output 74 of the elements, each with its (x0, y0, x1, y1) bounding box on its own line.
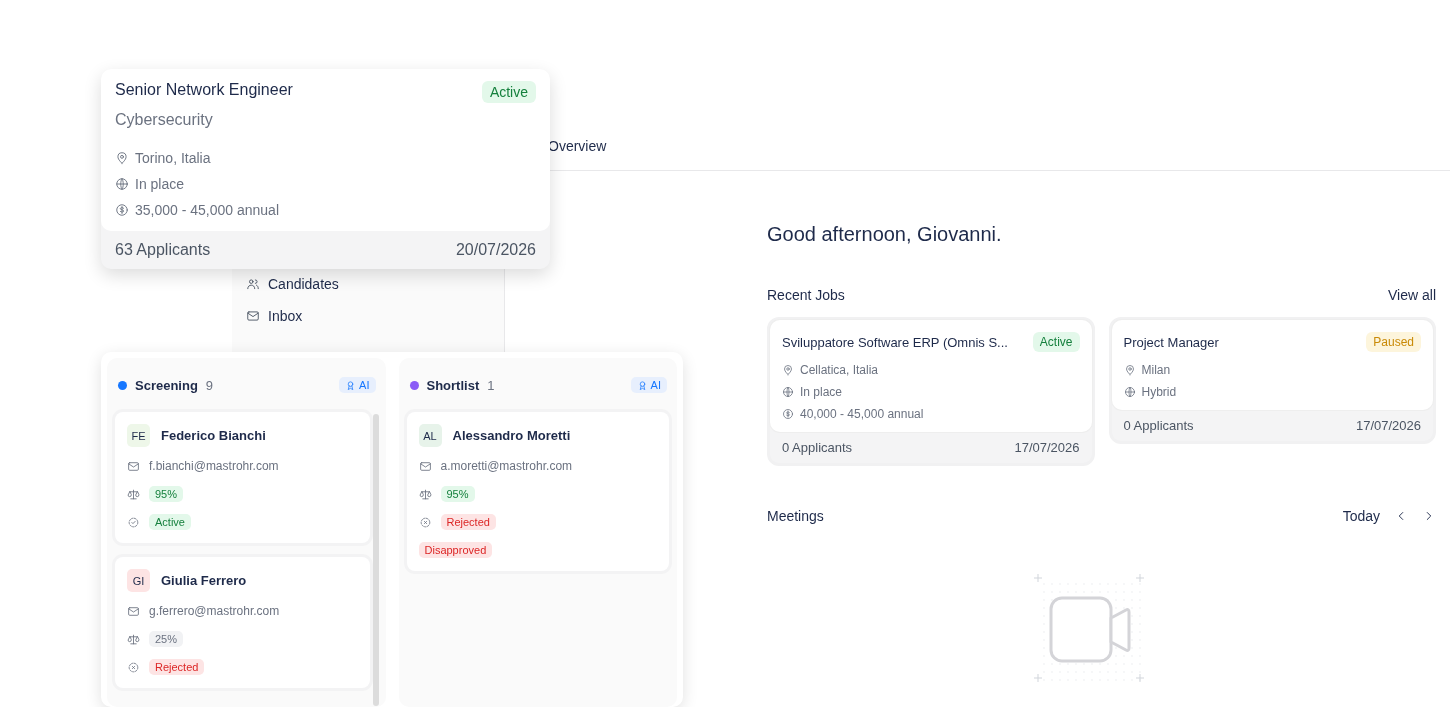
job-detail: Cellatica, Italia (800, 363, 879, 377)
status-badge: Rejected (440, 514, 496, 530)
globe-icon (115, 177, 129, 191)
sidebar-item[interactable]: Inbox (246, 306, 504, 326)
status-badge: Active (481, 81, 536, 103)
job-detail: 35,000 - 45,000 annual (135, 202, 279, 218)
candidate-email: g.ferrero@mastrohr.com (149, 604, 280, 618)
column-title: Screening (135, 377, 198, 393)
sidebar-item[interactable]: Candidates (246, 274, 504, 294)
job-detail: 40,000 - 45,000 annual (800, 407, 924, 421)
applicant-count: 0 Applicants (782, 440, 853, 455)
ai-button[interactable]: AI (630, 377, 667, 393)
candidate-name: Federico Bianchi (161, 428, 266, 443)
job-detail: Hybrid (1141, 385, 1177, 399)
candidate-card[interactable]: GI Giulia Ferrero g.ferrero@mastrohr.com 25% Rejected (115, 557, 370, 688)
view-all-link[interactable]: View all (1388, 287, 1436, 303)
job-detail: Torino, Italia (135, 150, 211, 166)
scale-icon (418, 487, 432, 501)
ai-button[interactable]: AI (339, 377, 376, 393)
people-icon (246, 277, 260, 291)
column-count: 9 (205, 377, 214, 393)
overview-tab[interactable]: Overview (548, 138, 607, 170)
dashed-cross-icon (418, 515, 432, 529)
column-count: 1 (487, 377, 495, 393)
status-badge: Active (1032, 332, 1080, 352)
score-badge: 95% (440, 486, 475, 502)
status-badge: Paused (1366, 332, 1421, 352)
job-detail: Milan (1141, 363, 1171, 377)
section-title: Meetings (767, 508, 824, 524)
mail-icon (127, 604, 140, 618)
location-pin-icon (1123, 364, 1136, 376)
job-title[interactable]: Senior Network Engineer (115, 81, 293, 99)
job-date: 20/07/2026 (455, 241, 536, 259)
globe-icon (782, 386, 794, 398)
candidate-email: a.moretti@mastrohr.com (440, 459, 573, 473)
job-date: 17/07/2026 (1355, 418, 1421, 433)
avatar-initials: FE (127, 424, 150, 447)
column-title: Shortlist (426, 377, 480, 393)
applicant-count: 63 Applicants (115, 241, 211, 259)
location-pin-icon (782, 364, 794, 376)
avatar-initials: AL (418, 424, 442, 447)
avatar-initials: GI (127, 569, 150, 592)
candidate-card[interactable]: AL Alessandro Moretti a.moretti@mastrohr.com 95% Rejected Disapproved (406, 412, 669, 571)
dashed-check-icon (127, 515, 140, 529)
dashed-cross-icon (127, 660, 140, 674)
job-date: 17/07/2026 (1014, 440, 1080, 455)
mail-icon (418, 459, 432, 473)
scrollbar[interactable] (372, 414, 379, 706)
greeting: Good afternoon, Giovanni. (767, 222, 1003, 247)
scale-icon (127, 632, 140, 646)
candidate-name: Giulia Ferrero (161, 573, 247, 588)
candidate-card[interactable]: FE Federico Bianchi f.bianchi@mastrohr.com 95% Active (115, 412, 370, 543)
scale-icon (127, 487, 140, 501)
status-badge: Disapproved (418, 542, 493, 558)
job-title[interactable]: Sviluppatore Software ERP (Omnis S... (782, 332, 1008, 350)
applicant-count: 0 Applicants (1123, 418, 1194, 433)
status-badge: Active (149, 514, 191, 530)
score-badge: 25% (149, 631, 184, 647)
location-pin-icon (115, 151, 129, 165)
job-department: Cybersecurity (115, 111, 214, 129)
status-badge: Rejected (149, 659, 205, 675)
dollar-icon (115, 203, 129, 217)
today-button[interactable]: Today (1342, 508, 1380, 524)
job-title[interactable]: Project Manager (1123, 332, 1219, 350)
job-detail: In place (800, 385, 843, 399)
candidate-name: Alessandro Moretti (452, 428, 571, 443)
job-detail: In place (135, 176, 185, 192)
mail-icon (246, 309, 260, 323)
globe-icon (1123, 386, 1136, 398)
mail-icon (127, 459, 140, 473)
candidate-email: f.bianchi@mastrohr.com (149, 459, 279, 473)
section-title: Recent Jobs (767, 287, 845, 303)
dollar-icon (782, 408, 794, 420)
score-badge: 95% (149, 486, 184, 502)
